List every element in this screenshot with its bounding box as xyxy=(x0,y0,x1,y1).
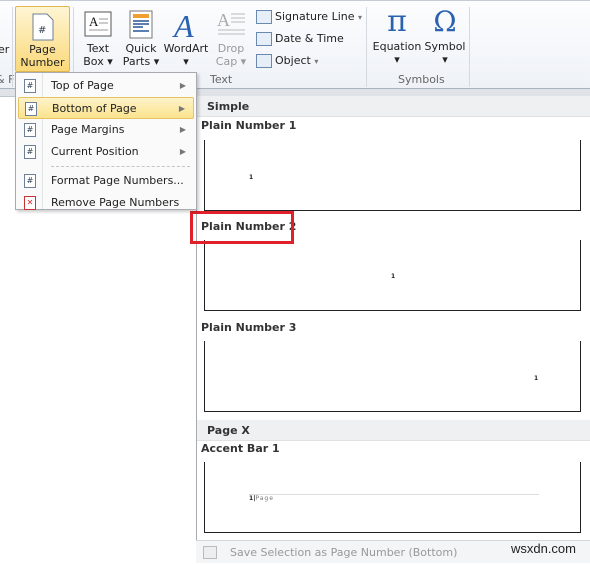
pi-icon: π xyxy=(387,4,407,39)
gallery-item-label: Plain Number 1 xyxy=(201,119,297,132)
group-label-text: Text xyxy=(210,73,233,86)
svg-text:A: A xyxy=(217,10,230,30)
remove-page-numbers-icon: ✕ xyxy=(24,196,36,210)
page-number-icon: # xyxy=(32,13,53,41)
quick-parts-button[interactable]: Quick Parts ▾ xyxy=(122,9,160,68)
section-header-page-x: Page X xyxy=(197,420,590,441)
object-button[interactable]: Object ▾ xyxy=(256,51,318,71)
text-box-icon: A xyxy=(84,11,112,37)
section-header-simple: Simple xyxy=(197,96,590,117)
signature-icon xyxy=(256,10,272,24)
symbol-button[interactable]: Ω Symbol ▾ xyxy=(424,5,466,67)
group-label-symbols: Symbols xyxy=(398,73,445,86)
drop-cap-button[interactable]: A Drop Cap ▾ xyxy=(214,9,248,68)
page-number-button[interactable]: # PageNumber ▾ xyxy=(15,6,70,82)
menu-divider xyxy=(51,166,190,167)
bottom-of-page-gallery: Simple Plain Number 1 1 Plain Number 2 1… xyxy=(196,96,590,563)
save-selection-label: Save Selection as Page Number (Bottom) xyxy=(230,546,458,559)
current-position-icon: # xyxy=(24,145,36,159)
signature-line-button[interactable]: Signature Line ▾ xyxy=(256,7,362,27)
format-page-numbers-icon: # xyxy=(24,174,36,188)
svg-text:A: A xyxy=(89,14,99,29)
calendar-clock-icon xyxy=(256,32,272,46)
save-gallery-icon xyxy=(203,546,217,559)
menu-item-format-page-numbers[interactable]: # Format Page Numbers... xyxy=(18,170,194,192)
page-number-menu: # Top of Page ▶ # Bottom of Page ▶ # Page Mar… xyxy=(15,72,197,210)
wordart-button[interactable]: A WordArt ▾ xyxy=(163,9,209,68)
page-bottom-icon: # xyxy=(25,102,37,116)
svg-text:#: # xyxy=(38,25,46,36)
gallery-item-label: Accent Bar 1 xyxy=(201,442,280,455)
page-top-icon: # xyxy=(24,79,36,93)
omega-icon: Ω xyxy=(433,5,457,38)
gallery-item-accent-bar-1[interactable]: 1|Page xyxy=(204,462,581,533)
gallery-item-plain-number-2[interactable]: 1 xyxy=(204,240,581,311)
highlight-box xyxy=(190,211,294,244)
date-time-button[interactable]: Date & Time xyxy=(256,29,344,49)
header-button-partial[interactable]: er xyxy=(0,43,9,56)
equation-button[interactable]: π Equation ▾ xyxy=(372,4,422,67)
object-icon xyxy=(256,54,272,68)
menu-item-current-position[interactable]: # Current Position ▶ xyxy=(18,141,194,163)
quick-parts-icon xyxy=(129,10,153,39)
gallery-item-plain-number-3[interactable]: 1 xyxy=(204,341,581,412)
drop-cap-icon: A xyxy=(217,10,245,35)
header-label: er xyxy=(0,43,10,56)
menu-item-remove-page-numbers[interactable]: ✕ Remove Page Numbers xyxy=(18,192,194,214)
page-margins-icon: # xyxy=(24,123,36,137)
text-box-button[interactable]: A Text Box ▾ xyxy=(80,9,116,68)
menu-item-top-of-page[interactable]: # Top of Page ▶ xyxy=(18,75,194,97)
wordart-icon: A xyxy=(172,9,194,39)
svg-text:A: A xyxy=(172,9,194,39)
gallery-item-plain-number-1[interactable]: 1 xyxy=(204,140,581,211)
gallery-item-label: Plain Number 3 xyxy=(201,321,297,334)
watermark: wsxdn.com xyxy=(510,541,576,556)
menu-item-bottom-of-page[interactable]: # Bottom of Page ▶ xyxy=(18,97,194,119)
menu-item-page-margins[interactable]: # Page Margins ▶ xyxy=(18,119,194,141)
